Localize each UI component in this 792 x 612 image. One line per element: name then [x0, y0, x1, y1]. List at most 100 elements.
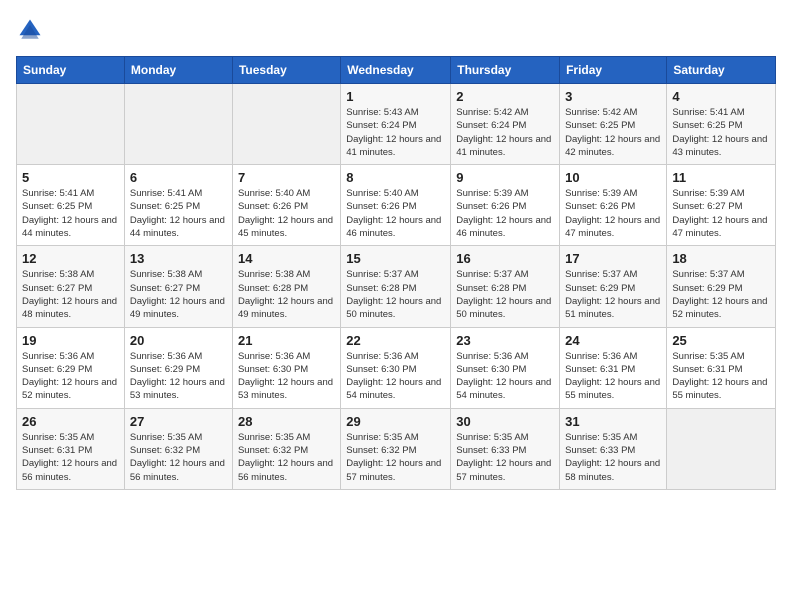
- calendar-cell: 26 Sunrise: 5:35 AMSunset: 6:31 PMDayligh…: [17, 408, 125, 489]
- calendar-cell: [667, 408, 776, 489]
- day-number: 17: [565, 251, 661, 266]
- calendar-cell: 10 Sunrise: 5:39 AMSunset: 6:26 PMDayligh…: [560, 165, 667, 246]
- calendar-body: 1 Sunrise: 5:43 AMSunset: 6:24 PMDaylight…: [17, 84, 776, 490]
- day-info: Sunrise: 5:35 AMSunset: 6:32 PMDaylight:…: [130, 431, 227, 484]
- day-info: Sunrise: 5:39 AMSunset: 6:26 PMDaylight:…: [456, 187, 554, 240]
- day-info: Sunrise: 5:36 AMSunset: 6:29 PMDaylight:…: [22, 350, 119, 403]
- calendar-cell: 13Sunrise: 5:38 AMSunset: 6:27 PMDayligh…: [124, 246, 232, 327]
- day-info: Sunrise: 5:35 AMSunset: 6:31 PMDaylight:…: [672, 350, 770, 403]
- calendar-cell: 31Sunrise: 5:35 AMSunset: 6:33 PMDayligh…: [560, 408, 667, 489]
- day-number: 16: [456, 251, 554, 266]
- day-number: 7: [238, 170, 335, 185]
- header-day-thursday: Thursday: [451, 57, 560, 84]
- day-info: Sunrise: 5:36 AMSunset: 6:30 PMDaylight:…: [238, 350, 335, 403]
- calendar-cell: 29 Sunrise: 5:35 AMSunset: 6:32 PMDayligh…: [341, 408, 451, 489]
- day-info: Sunrise: 5:42 AMSunset: 6:25 PMDaylight:…: [565, 106, 661, 159]
- day-number: 26: [22, 414, 119, 429]
- day-info: Sunrise: 5:36 AMSunset: 6:31 PMDaylight:…: [565, 350, 661, 403]
- logo: [16, 16, 48, 44]
- header-day-friday: Friday: [560, 57, 667, 84]
- day-number: 8: [346, 170, 445, 185]
- calendar-cell: 20Sunrise: 5:36 AMSunset: 6:29 PMDayligh…: [124, 327, 232, 408]
- calendar-cell: 18Sunrise: 5:37 AMSunset: 6:29 PMDayligh…: [667, 246, 776, 327]
- day-info: Sunrise: 5:36 AMSunset: 6:30 PMDaylight:…: [346, 350, 445, 403]
- calendar-cell: 23 Sunrise: 5:36 AMSunset: 6:30 PMDayligh…: [451, 327, 560, 408]
- day-info: Sunrise: 5:42 AMSunset: 6:24 PMDaylight:…: [456, 106, 554, 159]
- calendar-cell: 25Sunrise: 5:35 AMSunset: 6:31 PMDayligh…: [667, 327, 776, 408]
- calendar-cell: 24 Sunrise: 5:36 AMSunset: 6:31 PMDayligh…: [560, 327, 667, 408]
- day-info: Sunrise: 5:38 AMSunset: 6:27 PMDaylight:…: [22, 268, 119, 321]
- logo-icon: [16, 16, 44, 44]
- day-info: Sunrise: 5:39 AMSunset: 6:26 PMDaylight:…: [565, 187, 661, 240]
- day-info: Sunrise: 5:35 AMSunset: 6:32 PMDaylight:…: [346, 431, 445, 484]
- header-day-sunday: Sunday: [17, 57, 125, 84]
- day-info: Sunrise: 5:38 AMSunset: 6:27 PMDaylight:…: [130, 268, 227, 321]
- day-info: Sunrise: 5:37 AMSunset: 6:29 PMDaylight:…: [565, 268, 661, 321]
- header-day-wednesday: Wednesday: [341, 57, 451, 84]
- calendar-cell: 8 Sunrise: 5:40 AMSunset: 6:26 PMDaylight…: [341, 165, 451, 246]
- calendar-table: SundayMondayTuesdayWednesdayThursdayFrid…: [16, 56, 776, 490]
- day-number: 19: [22, 333, 119, 348]
- calendar-cell: 22 Sunrise: 5:36 AMSunset: 6:30 PMDayligh…: [341, 327, 451, 408]
- day-number: 23: [456, 333, 554, 348]
- day-number: 28: [238, 414, 335, 429]
- calendar-cell: 17 Sunrise: 5:37 AMSunset: 6:29 PMDayligh…: [560, 246, 667, 327]
- header-day-tuesday: Tuesday: [232, 57, 340, 84]
- day-number: 6: [130, 170, 227, 185]
- calendar-cell: 3 Sunrise: 5:42 AMSunset: 6:25 PMDaylight…: [560, 84, 667, 165]
- calendar-cell: 2 Sunrise: 5:42 AMSunset: 6:24 PMDaylight…: [451, 84, 560, 165]
- day-info: Sunrise: 5:35 AMSunset: 6:33 PMDaylight:…: [456, 431, 554, 484]
- day-info: Sunrise: 5:37 AMSunset: 6:28 PMDaylight:…: [456, 268, 554, 321]
- day-number: 29: [346, 414, 445, 429]
- day-number: 9: [456, 170, 554, 185]
- day-info: Sunrise: 5:38 AMSunset: 6:28 PMDaylight:…: [238, 268, 335, 321]
- calendar-cell: 14 Sunrise: 5:38 AMSunset: 6:28 PMDayligh…: [232, 246, 340, 327]
- calendar-cell: 30 Sunrise: 5:35 AMSunset: 6:33 PMDayligh…: [451, 408, 560, 489]
- calendar-header: SundayMondayTuesdayWednesdayThursdayFrid…: [17, 57, 776, 84]
- calendar-cell: 7 Sunrise: 5:40 AMSunset: 6:26 PMDaylight…: [232, 165, 340, 246]
- day-info: Sunrise: 5:37 AMSunset: 6:29 PMDaylight:…: [672, 268, 770, 321]
- day-info: Sunrise: 5:43 AMSunset: 6:24 PMDaylight:…: [346, 106, 445, 159]
- day-number: 3: [565, 89, 661, 104]
- day-number: 2: [456, 89, 554, 104]
- day-number: 31: [565, 414, 661, 429]
- calendar-cell: [17, 84, 125, 165]
- day-number: 14: [238, 251, 335, 266]
- day-info: Sunrise: 5:37 AMSunset: 6:28 PMDaylight:…: [346, 268, 445, 321]
- header-day-saturday: Saturday: [667, 57, 776, 84]
- day-info: Sunrise: 5:36 AMSunset: 6:30 PMDaylight:…: [456, 350, 554, 403]
- day-number: 5: [22, 170, 119, 185]
- calendar-cell: 21Sunrise: 5:36 AMSunset: 6:30 PMDayligh…: [232, 327, 340, 408]
- week-row-3: 12 Sunrise: 5:38 AMSunset: 6:27 PMDayligh…: [17, 246, 776, 327]
- day-number: 27: [130, 414, 227, 429]
- day-info: Sunrise: 5:40 AMSunset: 6:26 PMDaylight:…: [346, 187, 445, 240]
- calendar-cell: 15 Sunrise: 5:37 AMSunset: 6:28 PMDayligh…: [341, 246, 451, 327]
- week-row-1: 1 Sunrise: 5:43 AMSunset: 6:24 PMDaylight…: [17, 84, 776, 165]
- calendar-cell: [232, 84, 340, 165]
- calendar-cell: 1 Sunrise: 5:43 AMSunset: 6:24 PMDaylight…: [341, 84, 451, 165]
- day-number: 1: [346, 89, 445, 104]
- calendar-cell: 27 Sunrise: 5:35 AMSunset: 6:32 PMDayligh…: [124, 408, 232, 489]
- header-row: SundayMondayTuesdayWednesdayThursdayFrid…: [17, 57, 776, 84]
- calendar-cell: 6Sunrise: 5:41 AMSunset: 6:25 PMDaylight…: [124, 165, 232, 246]
- calendar-cell: 12 Sunrise: 5:38 AMSunset: 6:27 PMDayligh…: [17, 246, 125, 327]
- week-row-4: 19 Sunrise: 5:36 AMSunset: 6:29 PMDayligh…: [17, 327, 776, 408]
- day-info: Sunrise: 5:41 AMSunset: 6:25 PMDaylight:…: [672, 106, 770, 159]
- day-number: 30: [456, 414, 554, 429]
- day-number: 24: [565, 333, 661, 348]
- day-number: 22: [346, 333, 445, 348]
- day-number: 15: [346, 251, 445, 266]
- calendar-cell: 11Sunrise: 5:39 AMSunset: 6:27 PMDayligh…: [667, 165, 776, 246]
- page-header: [16, 16, 776, 44]
- calendar-cell: 28 Sunrise: 5:35 AMSunset: 6:32 PMDayligh…: [232, 408, 340, 489]
- day-info: Sunrise: 5:35 AMSunset: 6:31 PMDaylight:…: [22, 431, 119, 484]
- day-info: Sunrise: 5:35 AMSunset: 6:32 PMDaylight:…: [238, 431, 335, 484]
- week-row-2: 5Sunrise: 5:41 AMSunset: 6:25 PMDaylight…: [17, 165, 776, 246]
- week-row-5: 26 Sunrise: 5:35 AMSunset: 6:31 PMDayligh…: [17, 408, 776, 489]
- day-info: Sunrise: 5:40 AMSunset: 6:26 PMDaylight:…: [238, 187, 335, 240]
- day-number: 10: [565, 170, 661, 185]
- day-number: 12: [22, 251, 119, 266]
- calendar-cell: 9 Sunrise: 5:39 AMSunset: 6:26 PMDaylight…: [451, 165, 560, 246]
- header-day-monday: Monday: [124, 57, 232, 84]
- day-number: 4: [672, 89, 770, 104]
